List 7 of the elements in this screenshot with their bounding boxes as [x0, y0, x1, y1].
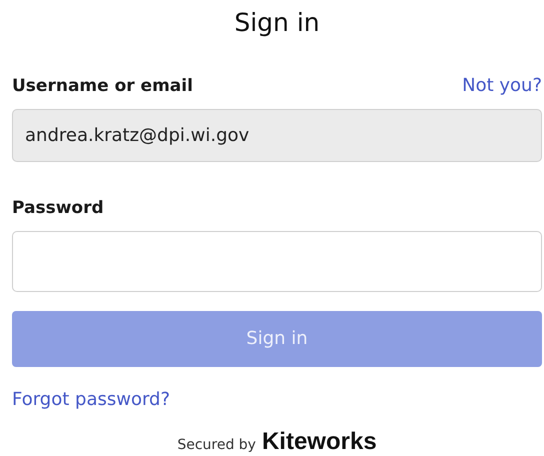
brand-logo: Kiteworks	[262, 428, 377, 456]
field-label: Password	[12, 198, 104, 218]
password-field[interactable]	[12, 231, 542, 292]
forgot-password-link[interactable]: Forgot password?	[12, 388, 170, 410]
page-title: Sign in	[233, 7, 321, 39]
secured-by-text: Secured by	[177, 436, 256, 453]
field-label: Username or email	[12, 76, 193, 96]
